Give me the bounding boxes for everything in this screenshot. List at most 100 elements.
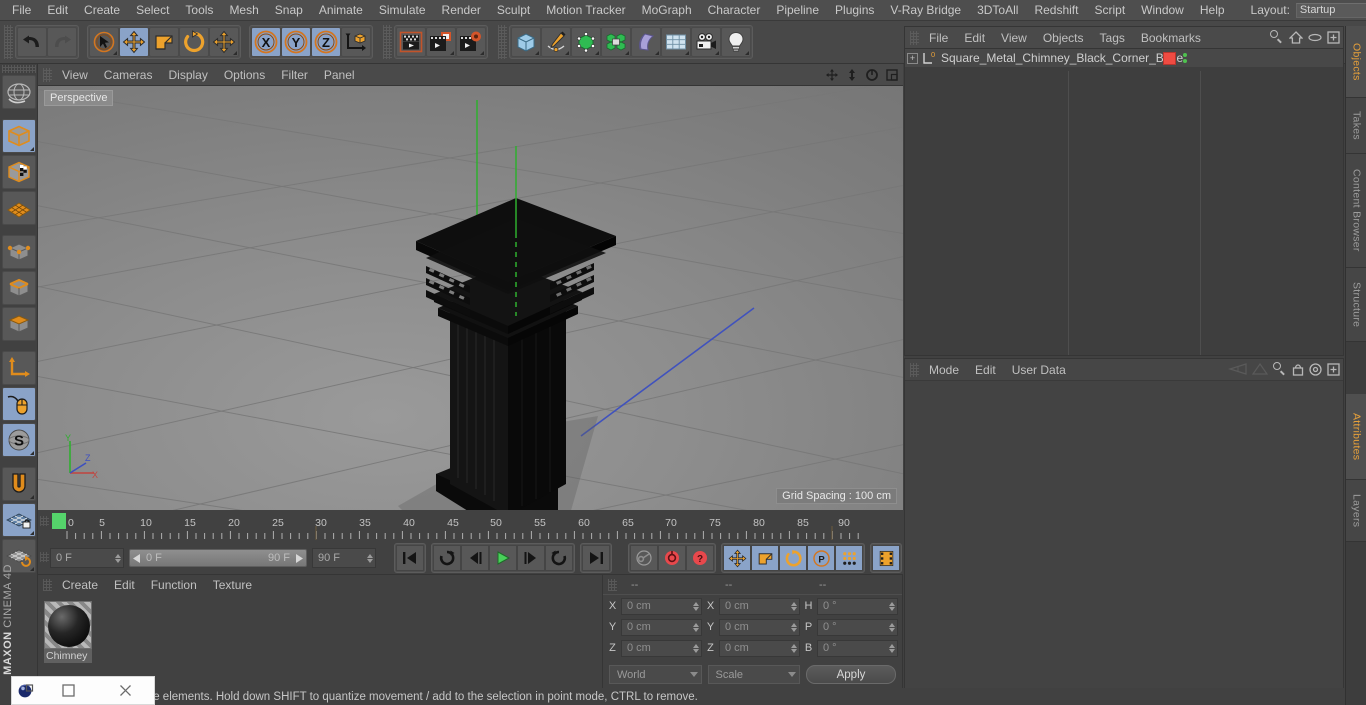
coord-field-pos-z[interactable]: 0 cm <box>621 639 702 657</box>
lock-icon[interactable] <box>1292 362 1304 376</box>
viewport-menu-view[interactable]: View <box>54 64 96 86</box>
material-item[interactable]: Chimney <box>44 601 92 663</box>
timeline-grip-2[interactable] <box>40 552 49 562</box>
viewport-rotate-button[interactable] <box>863 66 881 83</box>
menu-item-3dtoall[interactable]: 3DToAll <box>969 0 1026 21</box>
search-icon[interactable] <box>1273 362 1287 376</box>
toolbar-grip-2[interactable] <box>383 25 392 59</box>
attribute-menu-edit[interactable]: Edit <box>967 359 1004 381</box>
layout-dropdown[interactable]: Startup <box>1295 2 1366 18</box>
undo-button[interactable] <box>17 27 47 57</box>
viewport-grip[interactable] <box>43 67 52 82</box>
spinner-icon[interactable] <box>111 553 121 563</box>
object-menu-bookmarks[interactable]: Bookmarks <box>1133 27 1209 49</box>
material-tag-icon[interactable] <box>1163 51 1176 65</box>
play-button[interactable] <box>489 545 517 571</box>
search-icon[interactable] <box>1270 30 1284 44</box>
menu-item-plugins[interactable]: Plugins <box>827 0 882 21</box>
menu-item-mesh[interactable]: Mesh <box>221 0 266 21</box>
object-menu-tags[interactable]: Tags <box>1092 27 1133 49</box>
close-window-button[interactable] <box>97 676 154 705</box>
rotation-key-button[interactable] <box>779 545 807 571</box>
visibility-dots-icon[interactable] <box>1183 53 1187 63</box>
menu-item-create[interactable]: Create <box>76 0 128 21</box>
new-plus-icon[interactable] <box>1327 362 1340 376</box>
left-palette-grip[interactable] <box>2 65 36 73</box>
spinner-icon[interactable] <box>885 643 895 653</box>
viewport-zoom-button[interactable] <box>843 66 861 83</box>
menu-item-render[interactable]: Render <box>434 0 489 21</box>
material-menu-texture[interactable]: Texture <box>205 575 260 595</box>
coord-field-rot-b[interactable]: 0 ° <box>817 639 898 657</box>
polygons-mode-button[interactable] <box>2 307 36 341</box>
menu-item-window[interactable]: Window <box>1133 0 1192 21</box>
viewport-menu-filter[interactable]: Filter <box>273 64 316 86</box>
snap-magnet-button[interactable] <box>2 467 36 501</box>
add-environment-button[interactable] <box>661 27 691 57</box>
target-icon[interactable] <box>1309 362 1322 376</box>
viewport-menu-display[interactable]: Display <box>160 64 215 86</box>
attribute-menu-mode[interactable]: Mode <box>921 359 967 381</box>
transform-tool[interactable] <box>209 27 239 57</box>
menu-item-help[interactable]: Help <box>1192 0 1233 21</box>
attribute-manager-grip[interactable] <box>910 362 919 377</box>
move-tool[interactable] <box>119 27 149 57</box>
coord-field-pos-x[interactable]: 0 cm <box>621 597 702 615</box>
add-scene-object-button[interactable] <box>631 27 661 57</box>
object-tree-list[interactable]: + 0 Square_Metal_Chimney_Black_Corner_Ba… <box>905 49 1343 355</box>
attribute-menu-user-data[interactable]: User Data <box>1004 359 1074 381</box>
render-view-button[interactable] <box>396 27 426 57</box>
coord-field-size-z[interactable]: 0 cm <box>719 639 800 657</box>
apply-button[interactable]: Apply <box>806 665 896 684</box>
viewport-maximize-button[interactable] <box>883 66 901 83</box>
transform-mode-dropdown[interactable]: Scale <box>707 665 800 684</box>
history-forward-icon[interactable] <box>1252 363 1268 375</box>
tab-objects[interactable]: Objects <box>1346 26 1366 98</box>
step-back-button[interactable] <box>461 545 489 571</box>
render-to-picture-viewer-button[interactable] <box>426 27 456 57</box>
add-primitive-cube-button[interactable] <box>511 27 541 57</box>
coord-field-size-x[interactable]: 0 cm <box>719 597 800 615</box>
spinner-icon[interactable] <box>689 643 699 653</box>
timeline-button[interactable] <box>872 545 900 571</box>
enable-axis-button[interactable] <box>2 387 36 421</box>
toolbar-grip-3[interactable] <box>498 25 507 59</box>
edit-render-settings-button[interactable] <box>456 27 486 57</box>
spinner-icon[interactable] <box>689 601 699 611</box>
attribute-manager-body[interactable] <box>905 381 1343 704</box>
object-menu-objects[interactable]: Objects <box>1035 27 1092 49</box>
spinner-icon[interactable] <box>787 601 797 611</box>
record-active-objects-button[interactable] <box>630 545 658 571</box>
viewport-menu-options[interactable]: Options <box>216 64 273 86</box>
coord-field-rot-h[interactable]: 0 ° <box>817 597 898 615</box>
play-forwards-loop-button[interactable] <box>545 545 573 571</box>
menu-item-redshift[interactable]: Redshift <box>1026 0 1086 21</box>
menu-item-file[interactable]: File <box>4 0 39 21</box>
eye-ellipse-icon[interactable] <box>1308 32 1322 43</box>
coord-field-size-y[interactable]: 0 cm <box>719 618 800 636</box>
go-to-end-button[interactable] <box>582 545 610 571</box>
object-menu-view[interactable]: View <box>993 27 1035 49</box>
menu-item-character[interactable]: Character <box>700 0 769 21</box>
y-axis-lock-button[interactable]: Y <box>281 27 311 57</box>
rotate-tool[interactable] <box>179 27 209 57</box>
material-menu-edit[interactable]: Edit <box>106 575 143 595</box>
workplane-lock-button[interactable] <box>2 503 36 537</box>
texture-mode-button[interactable] <box>2 155 36 189</box>
maximize-window-button[interactable] <box>40 676 97 705</box>
viewport-pan-button[interactable] <box>823 66 841 83</box>
go-to-start-button[interactable] <box>396 545 424 571</box>
menu-item-animate[interactable]: Animate <box>311 0 371 21</box>
add-deformer-button[interactable] <box>601 27 631 57</box>
world-object-coordinates-button[interactable] <box>341 27 371 57</box>
viewport-menu-panel[interactable]: Panel <box>316 64 363 86</box>
spinner-icon[interactable] <box>885 601 895 611</box>
menu-item-simulate[interactable]: Simulate <box>371 0 434 21</box>
position-key-button[interactable] <box>723 545 751 571</box>
add-generator-button[interactable] <box>571 27 601 57</box>
material-name-label[interactable]: Chimney <box>44 649 92 663</box>
menu-item-sculpt[interactable]: Sculpt <box>489 0 538 21</box>
menu-item-tools[interactable]: Tools <box>177 0 221 21</box>
toolbar-grip-1[interactable] <box>4 25 13 59</box>
expand-collapse-toggle[interactable]: + <box>907 52 918 64</box>
